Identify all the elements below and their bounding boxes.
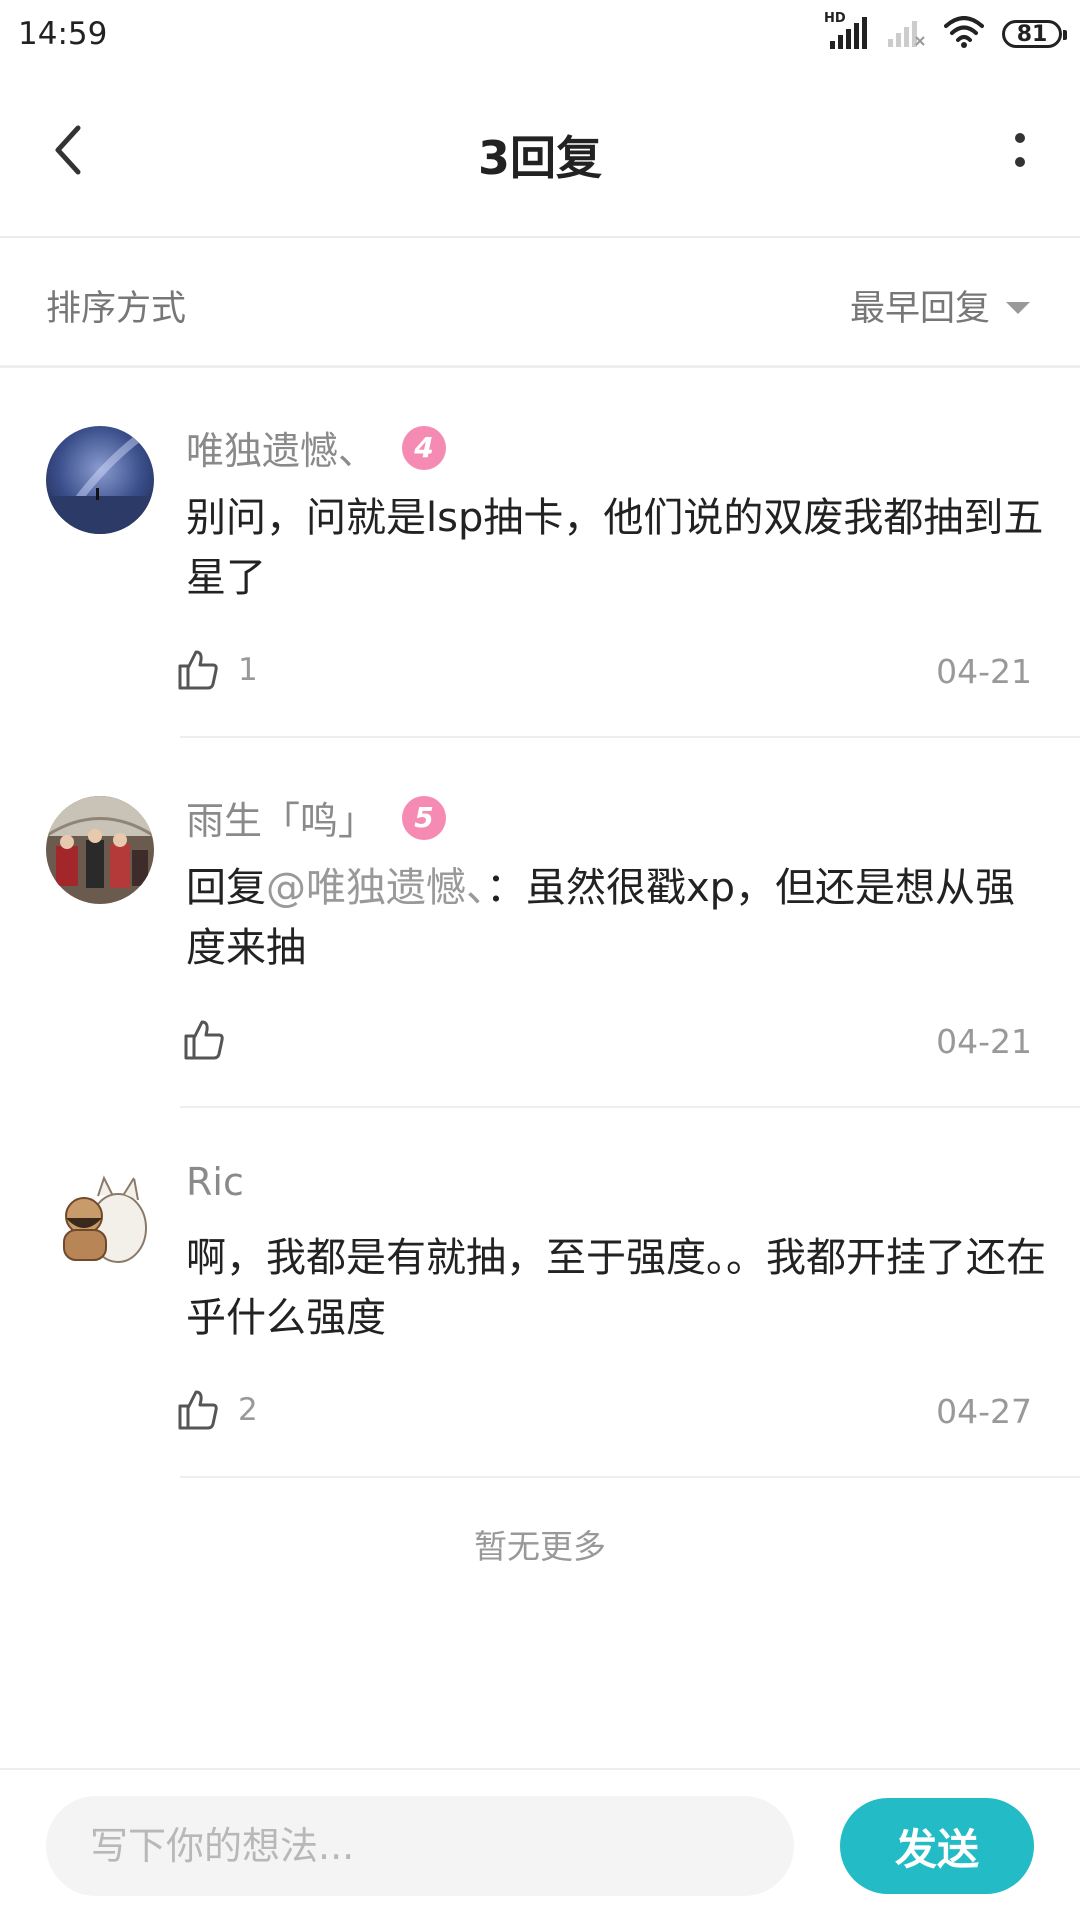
comment-date: 04-27 (936, 1392, 1032, 1431)
reply-mention[interactable]: @唯独遗憾、 (266, 865, 486, 911)
sort-bar: 排序方式 最早回复 (0, 238, 1080, 368)
more-vertical-icon (1015, 133, 1025, 167)
comment-date: 04-21 (936, 1022, 1032, 1061)
thumbs-up-icon (178, 650, 218, 690)
avatar[interactable] (46, 426, 154, 534)
like-button[interactable] (182, 1018, 244, 1062)
thumbs-up-icon (184, 1020, 224, 1060)
name-row: 唯独遗憾、 4 (186, 420, 447, 475)
comment-item: Ric 啊，我都是有就抽，至于强度。。我都开挂了还在乎什么强度 2 04-27 (0, 1108, 1080, 1478)
status-icons: HD 81 (824, 11, 1067, 54)
comment-input[interactable] (46, 1796, 794, 1896)
comment-content: 回复@唯独遗憾、：虽然很戳xp，但还是想从强度来抽 (186, 858, 1046, 978)
username[interactable]: 雨生「鸣」 (186, 790, 376, 845)
comment-item: 雨生「鸣」 5 回复@唯独遗憾、：虽然很戳xp，但还是想从强度来抽 04-21 (0, 738, 1080, 1108)
caret-down-icon (1006, 301, 1030, 314)
level-badge: 4 (402, 425, 447, 470)
wifi-icon (944, 16, 984, 52)
sort-label: 排序方式 (46, 289, 187, 329)
no-more-text: 暂无更多 (474, 1527, 606, 1566)
status-bar: 14:59 HD 81 (0, 0, 1080, 70)
username[interactable]: 唯独遗憾、 (186, 420, 376, 475)
comment-item: 唯独遗憾、 4 别问，问就是lsp抽卡，他们说的双废我都抽到五星了 1 04-2… (0, 368, 1080, 738)
top-nav: 3回复 (0, 70, 1080, 238)
reply-prefix: 回复 (186, 865, 266, 911)
like-count: 2 (238, 1392, 258, 1428)
sort-dropdown[interactable]: 最早回复 (850, 280, 1030, 331)
comment-actions: 2 04-27 (176, 1388, 1032, 1438)
avatar[interactable] (46, 796, 154, 904)
comment-composer: 发送 (0, 1768, 1080, 1920)
name-row: Ric (186, 1160, 244, 1204)
comment-date: 04-21 (936, 652, 1032, 691)
like-count: 1 (238, 652, 258, 688)
send-button[interactable]: 发送 (840, 1798, 1034, 1894)
comment-content: 啊，我都是有就抽，至于强度。。我都开挂了还在乎什么强度 (186, 1235, 1046, 1341)
status-time: 14:59 (18, 16, 108, 52)
sort-selected-value: 最早回复 (849, 289, 990, 329)
thumbs-up-icon (178, 1390, 218, 1430)
level-badge: 5 (402, 795, 447, 840)
page-title: 3回复 (477, 131, 602, 185)
comment-actions: 04-21 (176, 1018, 1032, 1068)
more-button[interactable] (990, 120, 1050, 180)
comment-actions: 1 04-21 (176, 648, 1032, 698)
avatar[interactable] (46, 1166, 154, 1274)
divider (180, 1476, 1080, 1478)
hd-signal-icon: HD (824, 11, 868, 51)
name-row: 雨生「鸣」 5 (186, 790, 447, 845)
username[interactable]: Ric (186, 1160, 244, 1204)
no-signal-icon (886, 15, 926, 53)
like-button[interactable]: 1 (176, 648, 258, 692)
comment-content: 别问，问就是lsp抽卡，他们说的双废我都抽到五星了 (186, 495, 1044, 601)
like-button[interactable]: 2 (176, 1388, 258, 1432)
battery-level: 81 (1016, 21, 1048, 47)
battery-icon: 81 (1002, 20, 1067, 48)
